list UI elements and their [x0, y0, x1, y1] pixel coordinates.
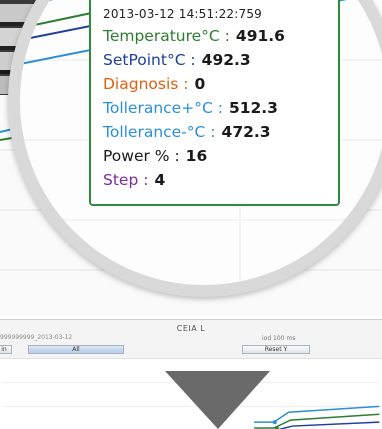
application-window: CEIA L 999999999_2013-03-12 iod 100 ms i…	[0, 319, 382, 429]
tooltip-row: Diagnosis : 0	[103, 72, 338, 96]
all-button[interactable]: All	[28, 345, 124, 354]
reset-y-button[interactable]: Reset Y	[242, 345, 310, 354]
tooltip-row: SetPoint°C : 492.3	[103, 48, 338, 72]
min-button[interactable]: in	[0, 345, 12, 354]
magnifier-loupe: 2013-03-12 14:51:22:759 Temperature°C : 4…	[8, 0, 382, 297]
tooltip-row-value: 472.3	[221, 123, 271, 141]
tooltip-row: Tollerance+°C : 512.3	[103, 96, 338, 120]
tooltip-row-label: Power % :	[103, 147, 180, 165]
tooltip-row-label: Tollerance-°C :	[103, 123, 216, 141]
tooltip-row-label: Tollerance+°C :	[103, 99, 223, 117]
app-period: iod 100 ms	[262, 335, 296, 342]
app-file-name: 999999999_2013-03-12	[0, 334, 73, 341]
tooltip-row-label: Step :	[103, 171, 149, 189]
tooltip-rows: Temperature°C : 491.6 SetPoint°C : 492.3 Dia…	[103, 24, 338, 192]
tooltip-row-label: SetPoint°C :	[103, 51, 196, 69]
tooltip-row-value: 512.3	[228, 99, 278, 117]
tooltip-row: Temperature°C : 491.6	[103, 24, 338, 48]
app-plot-area	[0, 358, 382, 429]
tooltip-row-label: Temperature°C :	[103, 27, 230, 45]
tooltip-row-label: Diagnosis :	[103, 75, 189, 93]
data-tooltip: 2013-03-12 14:51:22:759 Temperature°C : 4…	[89, 0, 340, 206]
app-line-tolerance	[254, 405, 380, 423]
tooltip-row-value: 491.6	[235, 27, 285, 45]
tooltip-timestamp: 2013-03-12 14:51:22:759	[103, 7, 262, 21]
tooltip-row-value: 492.3	[201, 51, 251, 69]
app-title: CEIA L	[176, 324, 206, 333]
screenshot-scene: 2013-03-12 14:51:22:759 Temperature°C : 4…	[0, 0, 382, 429]
tooltip-row: Power % : 16	[103, 144, 338, 168]
tooltip-row-value: 4	[154, 171, 166, 189]
tooltip-row: Step : 4	[103, 168, 338, 192]
tooltip-row: Tollerance-°C : 472.3	[103, 120, 338, 144]
tooltip-row-value: 0	[194, 75, 206, 93]
tooltip-row-value: 16	[185, 147, 208, 165]
app-line-temperature	[254, 413, 380, 429]
